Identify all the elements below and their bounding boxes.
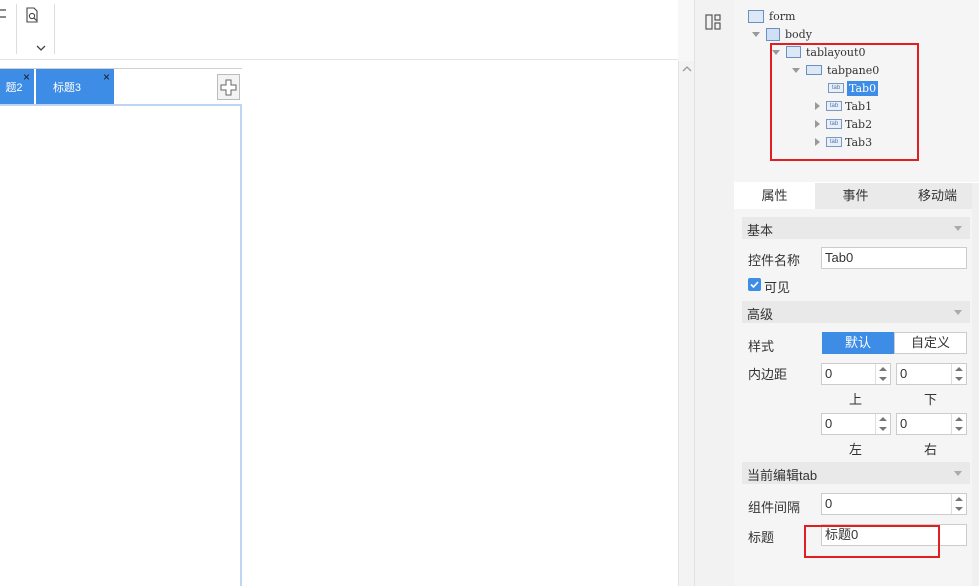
tab-events[interactable]: 事件 [815,183,896,209]
stepper-icon[interactable] [875,364,890,384]
tab-content-frame [0,104,242,586]
visible-checkbox[interactable] [748,278,761,291]
body-icon [766,27,780,41]
section-current-tab[interactable]: 当前编辑tab [742,462,970,484]
tree-highlight-box [770,43,919,161]
style-default-option[interactable]: 默认 [822,332,894,354]
panel-side-strip [694,0,734,586]
property-panel: 基本 控件名称 Tab0 可见 高级 样式 默认 自定义 内边距 0 0 上 下… [734,209,979,586]
expand-icon[interactable] [752,31,760,37]
tree-node-form[interactable]: form [748,7,795,25]
padding-right-value: 0 [900,416,908,431]
form-icon [748,9,764,23]
tab-strip: 题2 × 标题3 × [0,68,242,105]
gap-value: 0 [825,496,833,511]
plus-icon [220,79,237,96]
style-label: 样式 [748,339,775,354]
title-label: 标题 [748,530,775,545]
tab-label: 标题3 [52,82,82,94]
toolbar [0,0,678,60]
style-custom-option[interactable]: 自定义 [894,332,967,354]
stepper-icon[interactable] [951,414,966,434]
section-title: 基本 [747,223,774,238]
canvas-tab-3[interactable]: 标题3 × [36,69,114,105]
title-highlight-box [804,525,940,558]
padding-right-input[interactable]: 0 [896,413,967,435]
chevron-down-icon[interactable] [36,40,46,51]
chevron-down-icon [954,471,962,476]
section-advanced[interactable]: 高级 [742,301,970,323]
toolbar-divider [54,4,55,54]
padding-right-caption: 右 [924,442,938,457]
padding-left-caption: 左 [849,442,863,457]
toolbar-right-filler [678,0,694,61]
stepper-icon[interactable] [951,494,966,514]
tree-node-label: body [785,27,812,41]
padding-left-value: 0 [825,416,833,431]
padding-bottom-value: 0 [900,366,908,381]
padding-top-value: 0 [825,366,833,381]
padding-label: 内边距 [748,367,788,382]
chevron-down-icon [954,226,962,231]
scroll-up-icon [682,66,692,72]
toolbar-divider [16,4,17,54]
tree-node-body[interactable]: body [752,25,812,43]
toolbar-icon-partial[interactable] [0,7,8,21]
component-tree: form body tablayout0 tabpane0 tab Tab0 t… [734,0,979,182]
padding-bottom-input[interactable]: 0 [896,363,967,385]
property-tabs: 属性 事件 移动端 [734,183,979,209]
tab-properties[interactable]: 属性 [734,183,815,209]
padding-bottom-caption: 下 [924,392,938,407]
tab-label: 题2 [5,82,23,94]
widget-name-input[interactable]: Tab0 [821,247,967,269]
tree-node-label: form [769,9,796,23]
section-title: 高级 [747,307,774,322]
preview-icon[interactable] [25,7,39,23]
close-icon[interactable]: × [103,71,110,83]
panel-scrollbar[interactable] [972,183,979,586]
canvas-tab-2[interactable]: 题2 × [0,69,34,105]
chevron-down-icon [954,310,962,315]
checkmark-icon [750,281,759,289]
section-basic[interactable]: 基本 [742,217,970,239]
padding-top-input[interactable]: 0 [821,363,891,385]
tab-mobile[interactable]: 移动端 [896,183,979,209]
gap-input[interactable]: 0 [821,493,967,515]
add-tab-button[interactable] [217,74,240,100]
layout-icon[interactable] [705,14,721,30]
gap-label: 组件间隔 [748,500,801,515]
canvas-scrollbar[interactable] [678,61,694,586]
padding-top-caption: 上 [849,392,863,407]
section-title: 当前编辑tab [747,468,818,483]
stepper-icon[interactable] [875,414,890,434]
padding-left-input[interactable]: 0 [821,413,891,435]
stepper-icon[interactable] [951,364,966,384]
widget-name-label: 控件名称 [748,253,801,268]
close-icon[interactable]: × [23,71,30,83]
visible-label: 可见 [764,280,791,295]
